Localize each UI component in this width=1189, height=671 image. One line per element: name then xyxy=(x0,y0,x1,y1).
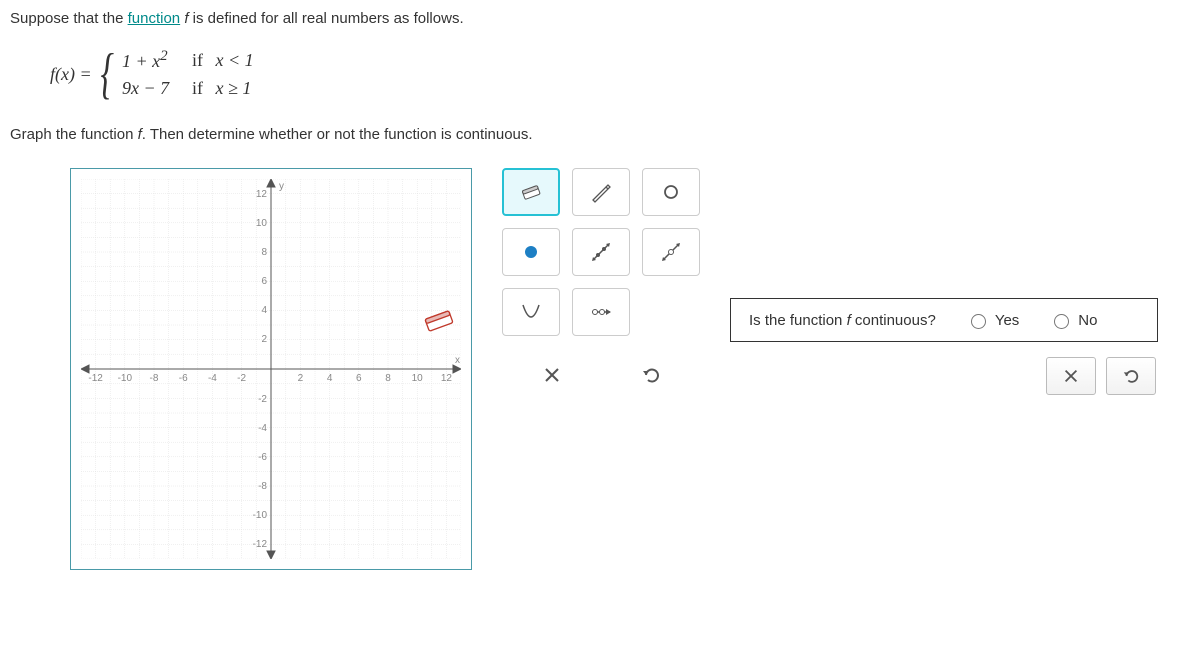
svg-text:-8: -8 xyxy=(150,373,159,384)
svg-text:4: 4 xyxy=(261,305,267,316)
instruction-post: . Then determine whether or not the func… xyxy=(142,126,533,143)
undo-button[interactable] xyxy=(631,358,671,392)
instruction: Graph the function f. Then determine whe… xyxy=(10,126,1179,143)
function-lhs: f(x) = xyxy=(50,64,92,85)
brace: { xyxy=(100,42,113,106)
continuity-question: Is the function f continuous? Yes No xyxy=(730,298,1158,342)
tool-line-closed[interactable] xyxy=(572,228,630,276)
coordinate-grid: -12 -10 -8 -6 -4 -2 2 4 6 8 10 12 12 10 … xyxy=(81,179,461,559)
svg-text:-2: -2 xyxy=(258,394,267,405)
svg-text:-12: -12 xyxy=(253,539,268,550)
graph-canvas[interactable]: -12 -10 -8 -6 -4 -2 2 4 6 8 10 12 12 10 … xyxy=(70,168,472,570)
case2-cond: if x ≥ 1 xyxy=(192,78,251,99)
tool-pencil[interactable] xyxy=(572,168,630,216)
tool-line-open[interactable] xyxy=(642,228,700,276)
radio-yes[interactable]: Yes xyxy=(966,311,1019,329)
svg-text:8: 8 xyxy=(385,373,391,384)
function-definition: f(x) = { 1 + x2 if x < 1 9x − 7 if x ≥ 1 xyxy=(50,42,1179,106)
svg-text:6: 6 xyxy=(261,276,267,287)
svg-text:4: 4 xyxy=(327,373,333,384)
svg-text:-2: -2 xyxy=(237,373,246,384)
svg-text:-12: -12 xyxy=(88,373,103,384)
svg-text:-4: -4 xyxy=(258,423,267,434)
instruction-pre: Graph the function xyxy=(10,126,138,143)
svg-text:10: 10 xyxy=(256,218,268,229)
tool-ray[interactable] xyxy=(572,288,630,336)
tool-eraser[interactable] xyxy=(502,168,560,216)
svg-text:6: 6 xyxy=(356,373,362,384)
svg-text:-8: -8 xyxy=(258,481,267,492)
svg-text:10: 10 xyxy=(412,373,424,384)
function-link[interactable]: function xyxy=(128,10,181,27)
answer-clear-button[interactable] xyxy=(1046,357,1096,395)
case1-cond: if x < 1 xyxy=(192,50,254,71)
question-text: Is the function f continuous? xyxy=(749,312,936,329)
svg-text:12: 12 xyxy=(441,373,453,384)
svg-text:2: 2 xyxy=(261,334,267,345)
svg-text:-10: -10 xyxy=(253,510,268,521)
tool-open-circle[interactable] xyxy=(642,168,700,216)
drawing-toolbox xyxy=(502,168,700,396)
case1-expr: 1 + x2 xyxy=(122,48,182,72)
tool-parabola[interactable] xyxy=(502,288,560,336)
svg-text:y: y xyxy=(279,181,284,192)
radio-no[interactable]: No xyxy=(1049,311,1097,329)
svg-text:12: 12 xyxy=(256,189,268,200)
prompt-pre: Suppose that the xyxy=(10,10,128,27)
svg-text:-6: -6 xyxy=(179,373,188,384)
svg-text:x: x xyxy=(455,355,460,366)
svg-text:8: 8 xyxy=(261,247,267,258)
case2-expr: 9x − 7 xyxy=(122,78,182,99)
tool-closed-circle[interactable] xyxy=(502,228,560,276)
svg-text:2: 2 xyxy=(298,373,304,384)
problem-prompt: Suppose that the function f is defined f… xyxy=(10,10,1179,27)
svg-text:-6: -6 xyxy=(258,452,267,463)
clear-button[interactable] xyxy=(532,358,572,392)
svg-text:-10: -10 xyxy=(118,373,133,384)
prompt-post: is defined for all real numbers as follo… xyxy=(188,10,463,27)
answer-undo-button[interactable] xyxy=(1106,357,1156,395)
svg-text:-4: -4 xyxy=(208,373,217,384)
